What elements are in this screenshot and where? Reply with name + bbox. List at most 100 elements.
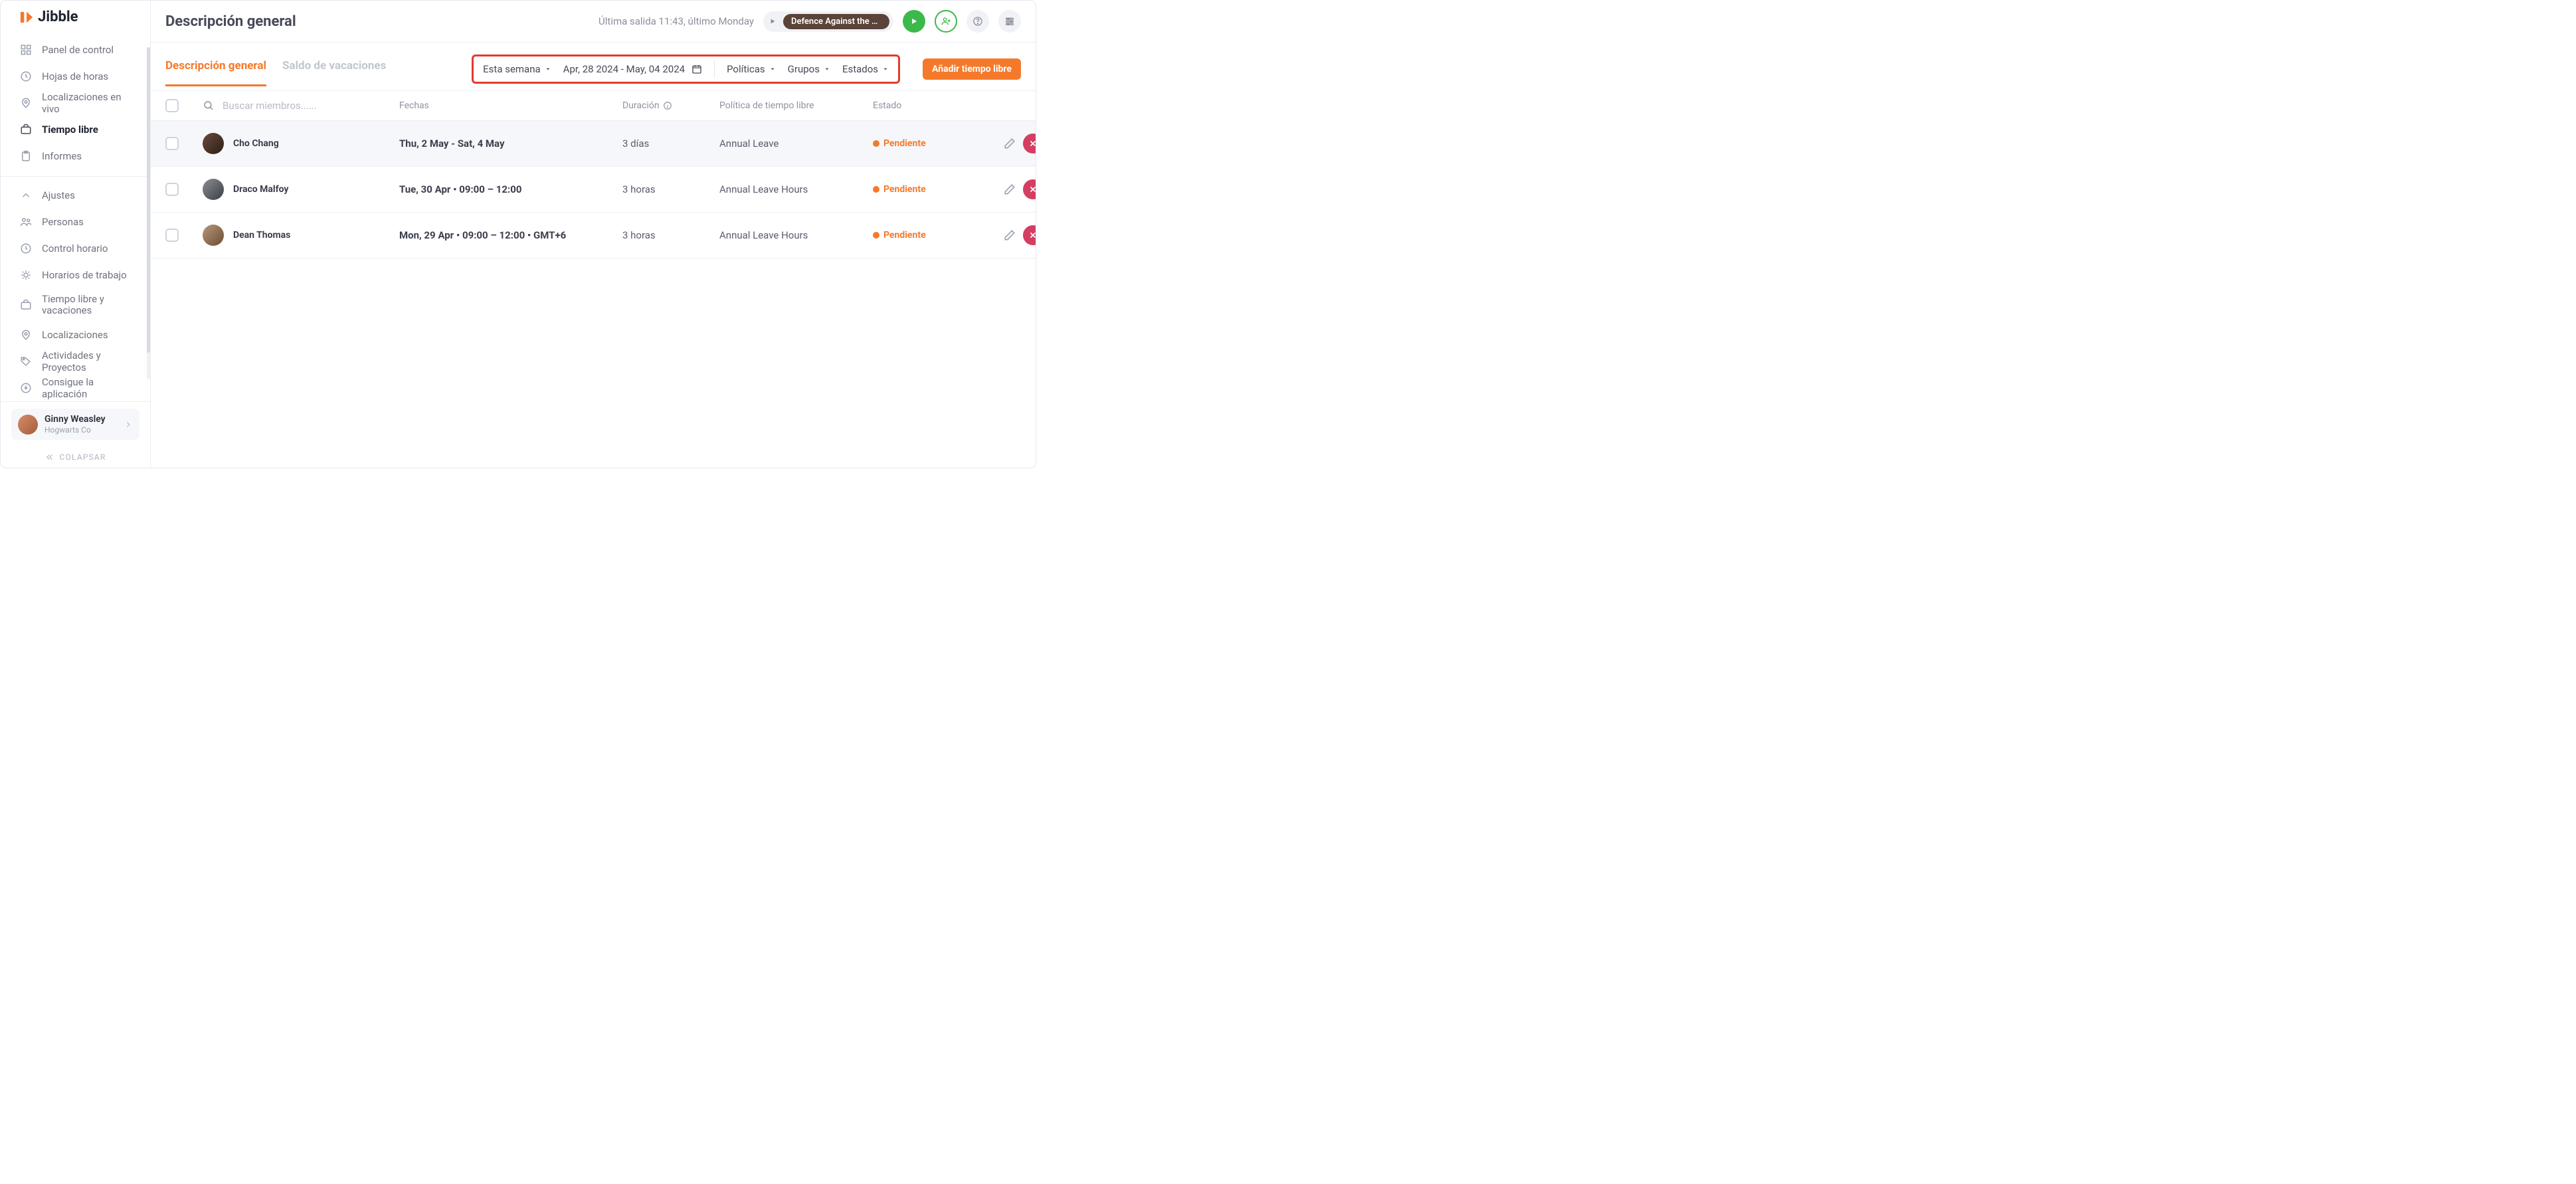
row-checkbox[interactable] xyxy=(165,183,179,196)
row-checkbox[interactable] xyxy=(165,229,179,242)
add-time-off-button[interactable]: Añadir tiempo libre xyxy=(923,58,1021,80)
row-state: Pendiente xyxy=(873,230,992,241)
nav-work-schedules[interactable]: Horarios de trabajo xyxy=(1,262,150,288)
nav-label: Control horario xyxy=(42,243,108,254)
reject-button[interactable] xyxy=(1023,225,1036,245)
nav-get-app[interactable]: Consigue la aplicación xyxy=(1,375,150,401)
nav-label: Tiempo libre xyxy=(42,124,98,136)
row-dates: Thu, 2 May - Sat, 4 May xyxy=(399,138,612,149)
table-header: Fechas Duración Política de tiempo libre… xyxy=(151,91,1036,121)
table-row[interactable]: Draco Malfoy Tue, 30 Apr • 09:00 – 12:00… xyxy=(151,167,1036,213)
status-dot-icon xyxy=(873,140,879,147)
member-search-input[interactable] xyxy=(223,100,335,112)
nav-time-control[interactable]: Control horario xyxy=(1,235,150,262)
row-duration: 3 horas xyxy=(622,183,709,195)
row-policy: Annual Leave Hours xyxy=(719,229,862,241)
status-dot-icon xyxy=(873,232,879,239)
reject-button[interactable] xyxy=(1023,134,1036,153)
date-range[interactable]: Apr, 28 2024 - May, 04 2024 xyxy=(563,63,702,75)
member-name: Dean Thomas xyxy=(233,230,290,241)
panel: Descripción general Saldo de vacaciones … xyxy=(151,43,1036,468)
header-duration: Duración xyxy=(622,100,659,111)
member-avatar xyxy=(203,133,224,154)
clock-in-button[interactable] xyxy=(903,10,925,33)
play-icon xyxy=(769,17,777,25)
date-range-label: Apr, 28 2024 - May, 04 2024 xyxy=(563,63,685,75)
groups-select[interactable]: Grupos xyxy=(788,63,830,75)
member-avatar xyxy=(203,179,224,200)
row-dates: Tue, 30 Apr • 09:00 – 12:00 xyxy=(399,183,612,195)
period-select[interactable]: Esta semana xyxy=(483,63,551,75)
nav-label: Horarios de trabajo xyxy=(42,269,127,281)
nav-reports[interactable]: Informes xyxy=(1,143,150,169)
edit-button[interactable] xyxy=(1003,229,1016,242)
settings-button[interactable] xyxy=(998,10,1021,33)
separator xyxy=(714,60,715,78)
tab-overview[interactable]: Descripción general xyxy=(165,59,266,86)
scrollbar-thumb[interactable] xyxy=(147,47,150,353)
chevron-right-icon xyxy=(124,420,133,429)
nav-locations[interactable]: Localizaciones xyxy=(1,322,150,348)
add-person-button[interactable] xyxy=(935,10,957,33)
tabs-row: Descripción general Saldo de vacaciones … xyxy=(151,43,1036,91)
clipboard-icon xyxy=(19,149,33,163)
row-policy: Annual Leave xyxy=(719,138,862,149)
collapse-button[interactable]: COLAPSAR xyxy=(1,446,150,468)
period-label: Esta semana xyxy=(483,63,541,75)
member-avatar xyxy=(203,225,224,246)
location-icon xyxy=(19,328,33,342)
nav-timeoff-vacations[interactable]: Tiempo libre y vacaciones xyxy=(1,288,150,322)
topbar: Descripción general Última salida 11:43,… xyxy=(151,1,1036,43)
page-title: Descripción general xyxy=(165,13,296,30)
groups-label: Grupos xyxy=(788,63,820,75)
member-name: Draco Malfoy xyxy=(233,184,288,195)
status-dot-icon xyxy=(873,186,879,193)
nav-activities-projects[interactable]: Actividades y Proyectos xyxy=(1,348,150,375)
activity-pill[interactable]: Defence Against the Da… xyxy=(763,11,893,32)
nav-settings[interactable]: Ajustes xyxy=(1,182,150,209)
logo[interactable]: Jibble xyxy=(1,1,150,34)
nav-timesheets[interactable]: Hojas de horas xyxy=(1,63,150,90)
policies-select[interactable]: Políticas xyxy=(727,63,776,75)
nav-label: Ajustes xyxy=(42,189,75,201)
state-label: Pendiente xyxy=(883,138,926,149)
logo-icon xyxy=(19,10,34,25)
briefcase-icon xyxy=(19,123,33,136)
edit-button[interactable] xyxy=(1003,137,1016,150)
tab-balance[interactable]: Saldo de vacaciones xyxy=(282,59,386,86)
header-dates: Fechas xyxy=(399,100,612,111)
nav-people[interactable]: Personas xyxy=(1,209,150,235)
nav-label: Tiempo libre y vacaciones xyxy=(42,294,137,317)
nav-label: Localizaciones en vivo xyxy=(42,91,137,115)
user-avatar xyxy=(18,415,38,435)
activity-label: Defence Against the Da… xyxy=(783,14,889,29)
nav-label: Localizaciones xyxy=(42,329,108,341)
nav-label: Hojas de horas xyxy=(42,70,108,82)
user-name: Ginny Weasley xyxy=(45,414,106,425)
table-row[interactable]: Dean Thomas Mon, 29 Apr • 09:00 – 12:00 … xyxy=(151,213,1036,258)
calendar-icon xyxy=(691,64,702,74)
nav-label: Panel de control xyxy=(42,44,114,56)
info-icon[interactable] xyxy=(663,101,672,110)
chevron-up-icon xyxy=(19,189,33,202)
table-row[interactable]: Cho Chang Thu, 2 May - Sat, 4 May 3 días… xyxy=(151,121,1036,167)
state-label: Pendiente xyxy=(883,184,926,195)
select-all-checkbox[interactable] xyxy=(165,99,179,112)
tag-icon xyxy=(19,355,33,368)
row-duration: 3 horas xyxy=(622,229,709,241)
reject-button[interactable] xyxy=(1023,179,1036,199)
states-select[interactable]: Estados xyxy=(842,63,889,75)
search-icon xyxy=(203,100,215,112)
user-card[interactable]: Ginny Weasley Hogwarts Co xyxy=(1,401,150,446)
nav-label: Informes xyxy=(42,150,82,162)
help-button[interactable] xyxy=(966,10,989,33)
nav-dashboard[interactable]: Panel de control xyxy=(1,37,150,63)
row-checkbox[interactable] xyxy=(165,137,179,150)
briefcase-icon xyxy=(19,298,33,312)
location-icon xyxy=(19,96,33,110)
caret-down-icon xyxy=(882,66,889,72)
edit-button[interactable] xyxy=(1003,183,1016,196)
nav-time-off[interactable]: Tiempo libre xyxy=(1,116,150,143)
nav-live-locations[interactable]: Localizaciones en vivo xyxy=(1,90,150,116)
content: Descripción general Saldo de vacaciones … xyxy=(151,43,1036,468)
